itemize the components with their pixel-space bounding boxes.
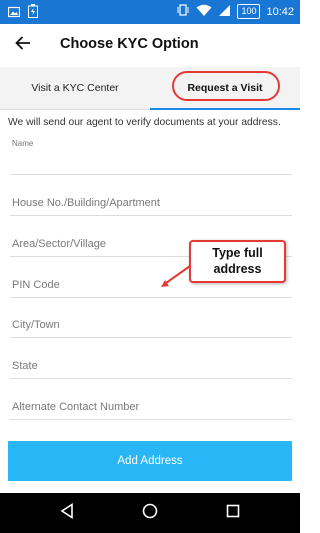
tab-bar: Visit a KYC Center Request a Visit — [0, 67, 300, 110]
status-right-icons: 100 10:42 — [176, 3, 294, 20]
page-title: Choose KYC Option — [60, 36, 199, 52]
battery-charging-icon — [28, 4, 38, 23]
name-field[interactable] — [10, 150, 292, 175]
nav-back-icon — [60, 502, 74, 524]
status-bar: 100 10:42 — [0, 0, 300, 24]
status-left-icons — [7, 4, 38, 23]
tab-visit-kyc-center[interactable]: Visit a KYC Center — [0, 67, 150, 109]
nav-recents-button[interactable] — [223, 503, 243, 523]
house-field[interactable] — [10, 191, 292, 216]
tab-selected-indicator — [150, 108, 300, 110]
tab-highlight-circle — [172, 71, 280, 101]
info-text: We will send our agent to verify documen… — [8, 117, 281, 128]
name-label: Name — [12, 139, 34, 148]
navigation-bar — [0, 493, 300, 533]
nav-home-icon — [142, 503, 158, 524]
annotation-callout: Type full address — [189, 240, 286, 283]
nav-recents-icon — [226, 504, 240, 523]
wifi-icon — [196, 4, 212, 20]
battery-icon: 100 — [237, 4, 261, 19]
back-button[interactable] — [10, 32, 36, 58]
image-icon — [7, 5, 21, 23]
status-time: 10:42 — [266, 5, 294, 18]
nav-home-button[interactable] — [140, 503, 160, 523]
add-address-button[interactable]: Add Address — [8, 441, 292, 481]
state-field[interactable] — [10, 354, 292, 379]
vibrate-icon — [176, 3, 190, 20]
alternate-contact-field[interactable] — [10, 395, 292, 420]
city-field[interactable] — [10, 313, 292, 338]
cell-signal-icon — [218, 4, 231, 20]
arrow-back-icon — [15, 35, 31, 55]
nav-back-button[interactable] — [57, 502, 77, 524]
app-bar: Choose KYC Option — [0, 24, 300, 66]
